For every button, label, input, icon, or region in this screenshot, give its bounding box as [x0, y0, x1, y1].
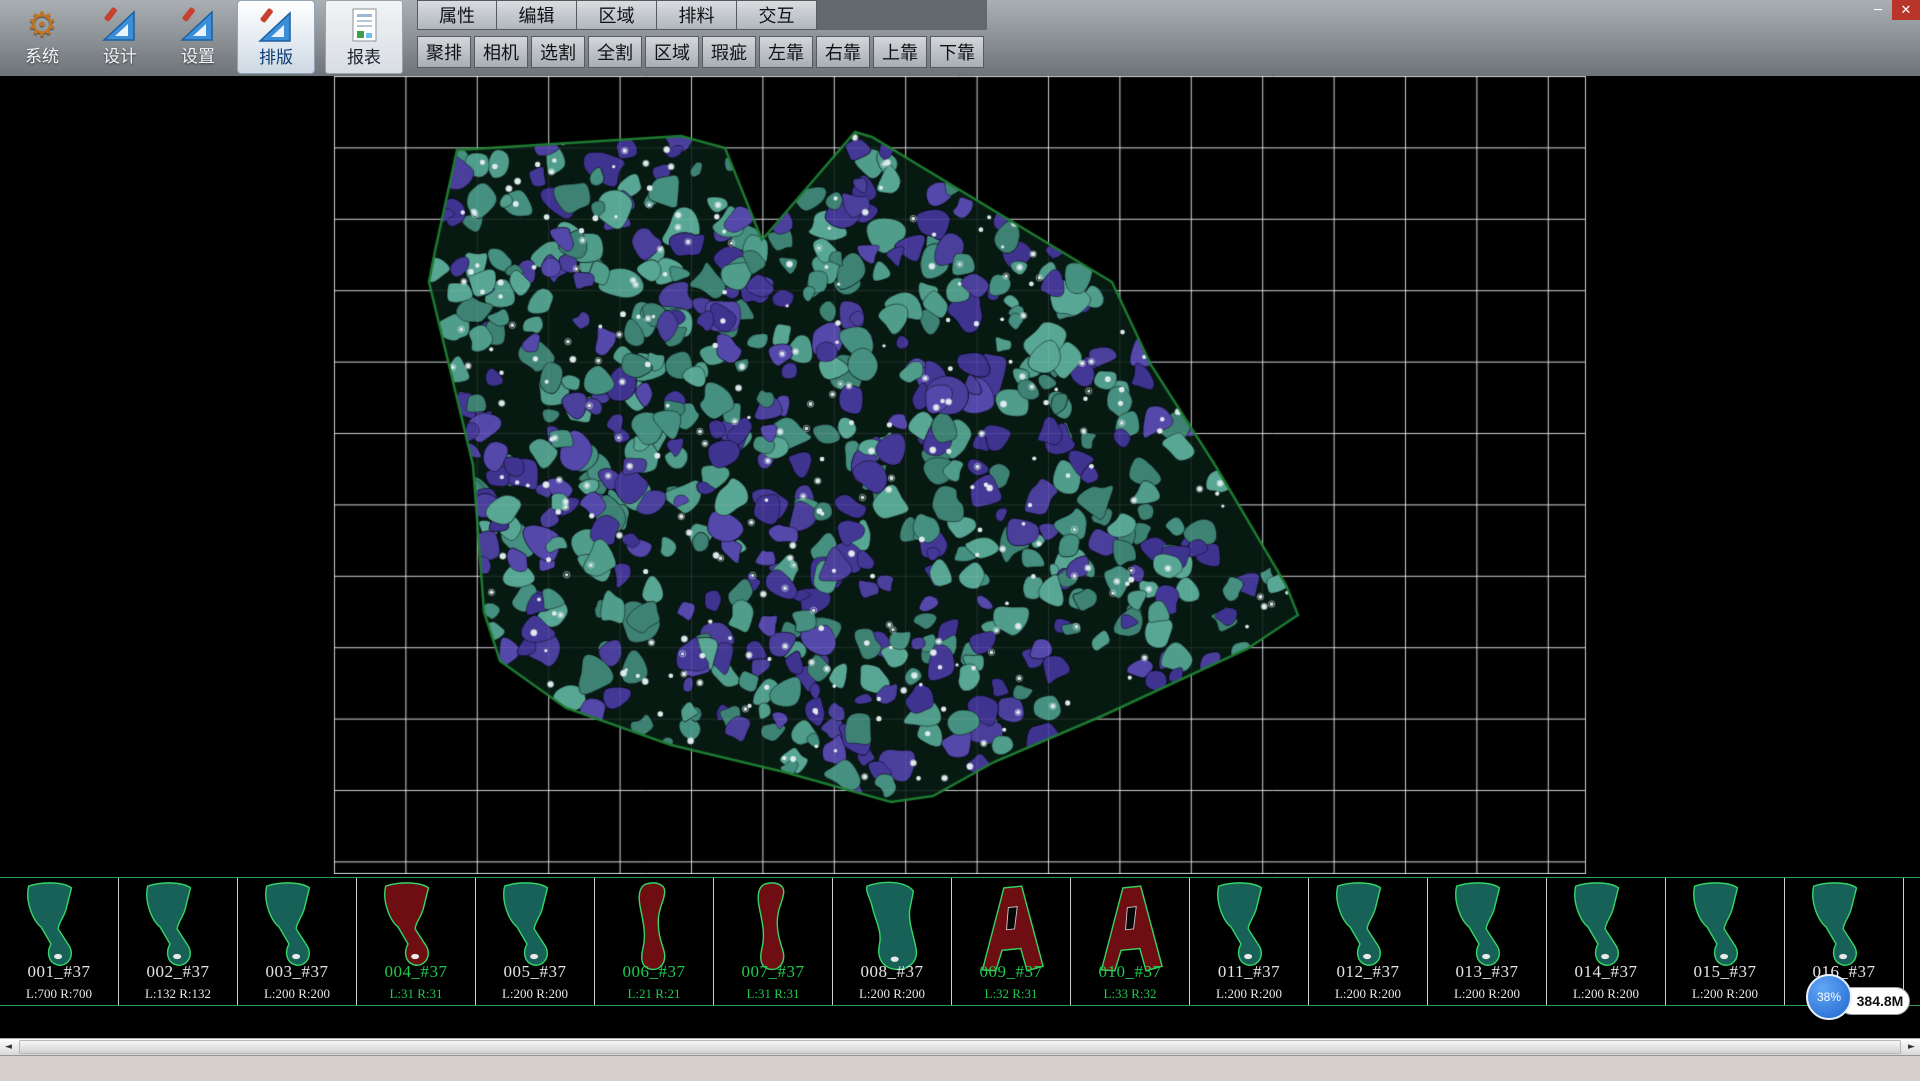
- scroll-right-arrow[interactable]: ►: [1903, 1039, 1920, 1055]
- progress-badge: 38%: [1806, 974, 1852, 1020]
- piece-lr-label: L:200 R:200: [1666, 986, 1784, 1002]
- app-window: ⚙系统设计设置排版报表 属性编辑区域排料交互 聚排相机选割全割区域瑕疵左靠右靠上…: [0, 0, 1920, 1080]
- piece-thumb-003_#37[interactable]: 003_#37 L:200 R:200: [238, 878, 357, 1005]
- scroll-left-arrow[interactable]: ◄: [0, 1039, 17, 1055]
- piece-thumb-001_#37[interactable]: 001_#37 L:700 R:700: [0, 878, 119, 1005]
- piece-thumb-004_#37[interactable]: 004_#37 L:31 R:31: [357, 878, 476, 1005]
- pieces-strip: 001_#37 L:700 R:700002_#37 L:132 R:132003_…: [0, 877, 1920, 1006]
- tool-button-8[interactable]: 上靠: [873, 36, 927, 68]
- piece-lr-label: L:33 R:32: [1071, 986, 1189, 1002]
- report-icon: [342, 4, 386, 48]
- piece-id-label: 009_#37: [952, 962, 1070, 982]
- piece-id-label: 007_#37: [714, 962, 832, 982]
- menu-tab-3[interactable]: 排料: [657, 0, 737, 30]
- piece-id-label: 011_#37: [1190, 962, 1308, 982]
- piece-thumb-011_#37[interactable]: 011_#37 L:200 R:200: [1190, 878, 1309, 1005]
- app-button-label: 设计: [103, 47, 137, 67]
- piece-id-label: 006_#37: [595, 962, 713, 982]
- strip-lower-gap: [0, 1006, 1920, 1038]
- status-bar: [0, 1055, 1920, 1081]
- app-button-report[interactable]: 报表: [325, 0, 403, 74]
- app-button-design[interactable]: 设计: [81, 0, 159, 74]
- piece-lr-label: L:31 R:31: [714, 986, 832, 1002]
- tool-button-0[interactable]: 聚排: [417, 36, 471, 68]
- top-toolbar: ⚙系统设计设置排版报表 属性编辑区域排料交互 聚排相机选割全割区域瑕疵左靠右靠上…: [0, 0, 1920, 76]
- gear-icon: ⚙: [20, 3, 64, 47]
- tool-buttons: 聚排相机选割全割区域瑕疵左靠右靠上靠下靠: [417, 36, 987, 68]
- tool-button-9[interactable]: 下靠: [930, 36, 984, 68]
- piece-lr-label: L:31 R:31: [357, 986, 475, 1002]
- piece-id-label: 014_#37: [1547, 962, 1665, 982]
- piece-lr-label: L:200 R:200: [1547, 986, 1665, 1002]
- piece-id-label: 008_#37: [833, 962, 951, 982]
- menu-area: 属性编辑区域排料交互 聚排相机选割全割区域瑕疵左靠右靠上靠下靠: [417, 0, 987, 68]
- minimize-button[interactable]: ─: [1864, 0, 1892, 20]
- menu-tab-1[interactable]: 编辑: [497, 0, 577, 30]
- tool-button-3[interactable]: 全割: [588, 36, 642, 68]
- piece-thumb-008_#37[interactable]: 008_#37 L:200 R:200: [833, 878, 952, 1005]
- piece-id-label: 012_#37: [1309, 962, 1427, 982]
- piece-lr-label: L:21 R:21: [595, 986, 713, 1002]
- app-buttons: ⚙系统设计设置排版报表: [0, 0, 403, 76]
- piece-id-label: 002_#37: [119, 962, 237, 982]
- piece-thumb-013_#37[interactable]: 013_#37 L:200 R:200: [1428, 878, 1547, 1005]
- piece-id-label: 003_#37: [238, 962, 356, 982]
- piece-thumb-006_#37[interactable]: 006_#37 L:21 R:21: [595, 878, 714, 1005]
- menu-tab-2[interactable]: 区域: [577, 0, 657, 30]
- piece-id-label: 001_#37: [0, 962, 118, 982]
- tool-button-2[interactable]: 选割: [531, 36, 585, 68]
- piece-lr-label: L:200 R:200: [1428, 986, 1546, 1002]
- piece-thumb-005_#37[interactable]: 005_#37 L:200 R:200: [476, 878, 595, 1005]
- piece-thumb-010_#37[interactable]: 010_#37 L:33 R:32: [1071, 878, 1190, 1005]
- app-button-label: 排版: [259, 48, 293, 68]
- app-button-label: 系统: [25, 47, 59, 67]
- app-button-label: 报表: [347, 48, 381, 68]
- menu-tabs: 属性编辑区域排料交互: [417, 0, 987, 30]
- tool-button-4[interactable]: 区域: [645, 36, 699, 68]
- piece-id-label: 005_#37: [476, 962, 594, 982]
- tool-button-1[interactable]: 相机: [474, 36, 528, 68]
- piece-thumb-015_#37[interactable]: 015_#37 L:200 R:200: [1666, 878, 1785, 1005]
- piece-thumb-002_#37[interactable]: 002_#37 L:132 R:132: [119, 878, 238, 1005]
- nesting-icon: [254, 4, 298, 48]
- piece-lr-label: L:200 R:200: [833, 986, 951, 1002]
- piece-lr-label: L:700 R:700: [0, 986, 118, 1002]
- app-button-nesting[interactable]: 排版: [237, 0, 315, 74]
- piece-lr-label: L:200 R:200: [1190, 986, 1308, 1002]
- horizontal-scrollbar[interactable]: ◄ ►: [0, 1038, 1920, 1055]
- menu-tab-4[interactable]: 交互: [737, 0, 817, 30]
- piece-id-label: 004_#37: [357, 962, 475, 982]
- window-controls: ─ ✕: [1864, 0, 1920, 20]
- scrollbar-track[interactable]: [17, 1039, 1903, 1055]
- piece-thumb-012_#37[interactable]: 012_#37 L:200 R:200: [1309, 878, 1428, 1005]
- piece-lr-label: L:200 R:200: [476, 986, 594, 1002]
- piece-lr-label: L:132 R:132: [119, 986, 237, 1002]
- tool-button-7[interactable]: 右靠: [816, 36, 870, 68]
- scrollbar-thumb[interactable]: [19, 1040, 1901, 1054]
- piece-lr-label: L:200 R:200: [238, 986, 356, 1002]
- nesting-canvas[interactable]: [0, 76, 1920, 874]
- tool-button-6[interactable]: 左靠: [759, 36, 813, 68]
- piece-id-label: 015_#37: [1666, 962, 1784, 982]
- app-button-system[interactable]: ⚙系统: [3, 0, 81, 74]
- piece-thumb-007_#37[interactable]: 007_#37 L:31 R:31: [714, 878, 833, 1005]
- close-button[interactable]: ✕: [1892, 0, 1920, 20]
- menu-tab-0[interactable]: 属性: [417, 0, 497, 30]
- settings-icon: [176, 3, 220, 47]
- piece-id-label: 013_#37: [1428, 962, 1546, 982]
- piece-thumb-009_#37[interactable]: 009_#37 L:32 R:31: [952, 878, 1071, 1005]
- piece-thumb-014_#37[interactable]: 014_#37 L:200 R:200: [1547, 878, 1666, 1005]
- piece-lr-label: L:32 R:31: [952, 986, 1070, 1002]
- app-button-label: 设置: [181, 47, 215, 67]
- piece-lr-label: L:200 R:200: [1309, 986, 1427, 1002]
- nesting-canvas-area[interactable]: [0, 76, 1920, 874]
- design-icon: [98, 3, 142, 47]
- app-button-settings[interactable]: 设置: [159, 0, 237, 74]
- piece-id-label: 010_#37: [1071, 962, 1189, 982]
- tool-button-5[interactable]: 瑕疵: [702, 36, 756, 68]
